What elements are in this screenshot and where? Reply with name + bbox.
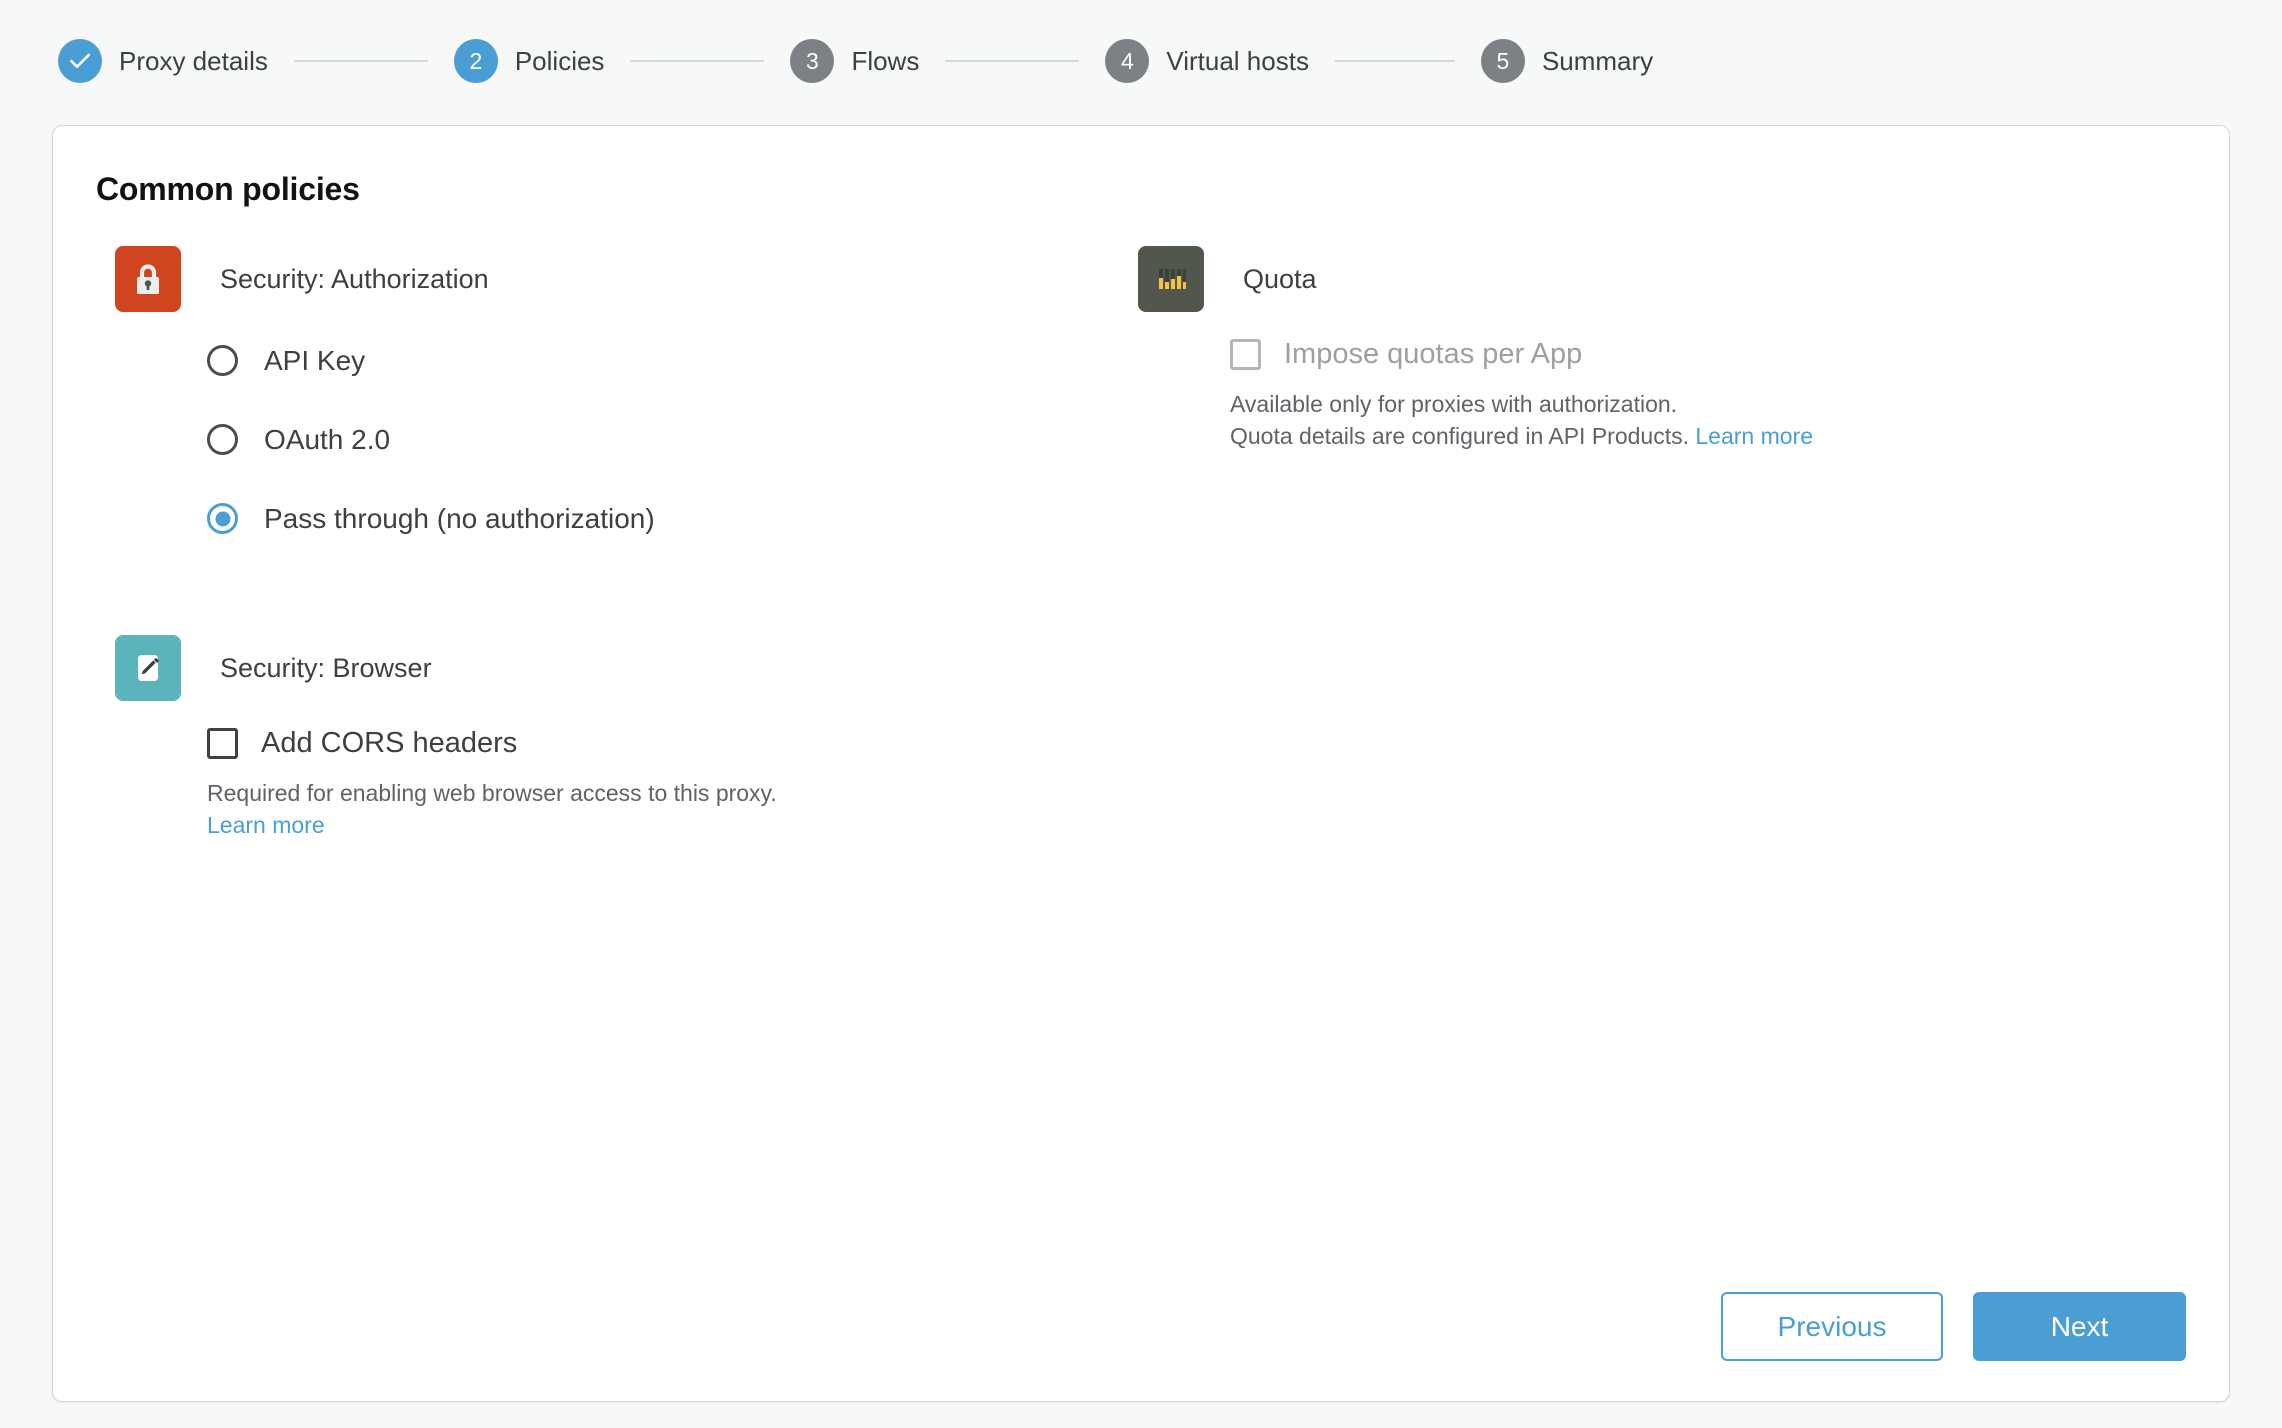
checkbox-row-impose-quotas: Impose quotas per App	[1230, 338, 2229, 371]
policy-group-quota: Quota Impose quotas per App Available on…	[1138, 246, 2229, 452]
quota-bars-icon	[1138, 246, 1204, 312]
learn-more-link[interactable]: Learn more	[1695, 423, 1813, 449]
stepper-step-label: Virtual hosts	[1166, 45, 1309, 76]
help-line: Quota details are configured in API Prod…	[1230, 420, 2229, 452]
pencil-icon	[115, 635, 181, 701]
radio-option-api-key[interactable]: API Key	[207, 334, 1068, 387]
policy-header: Quota	[1138, 246, 2229, 312]
next-button[interactable]: Next	[1973, 1292, 2186, 1361]
policies-card: Common policies Security: Authorization	[52, 125, 2230, 1402]
cors-help-text: Required for enabling web browser access…	[207, 777, 1068, 841]
radio-button-selected[interactable]	[207, 503, 238, 534]
quota-help-text: Available only for proxies with authoriz…	[1230, 388, 2229, 452]
help-line-text: Quota details are configured in API Prod…	[1230, 423, 1689, 449]
page-title: Common policies	[96, 171, 360, 207]
policy-name: Quota	[1243, 263, 1317, 294]
step-badge-number: 5	[1480, 39, 1525, 83]
stepper-connector	[293, 60, 428, 62]
stepper-step-label: Summary	[1541, 45, 1654, 76]
policies-left-column: Security: Authorization API Key OAuth 2.…	[53, 246, 1068, 841]
radio-button[interactable]	[207, 345, 238, 376]
stepper-step-label: Proxy details	[119, 45, 268, 76]
policies-right-column: Quota Impose quotas per App Available on…	[1068, 246, 2229, 841]
radio-label: OAuth 2.0	[264, 423, 391, 455]
policy-group-browser: Security: Browser Add CORS headers Requi…	[115, 635, 1068, 841]
radio-label: Pass through (no authorization)	[264, 502, 655, 534]
policy-name: Security: Authorization	[220, 263, 489, 294]
wizard-stepper: Proxy details 2 Policies 3 Flows 4 Virtu…	[0, 0, 2282, 122]
quota-checkbox-block: Impose quotas per App Available only for…	[1138, 338, 2229, 452]
policies-columns: Security: Authorization API Key OAuth 2.…	[53, 246, 2229, 841]
stepper-step-summary[interactable]: 5 Summary	[1480, 39, 1654, 83]
step-badge-number: 3	[790, 39, 835, 83]
checkbox-row-add-cors-headers[interactable]: Add CORS headers	[207, 727, 1068, 760]
stepper-step-policies[interactable]: 2 Policies	[453, 39, 605, 83]
previous-button[interactable]: Previous	[1721, 1292, 1943, 1361]
stepper-connector	[630, 60, 765, 62]
stepper-step-label: Policies	[514, 45, 605, 76]
radio-label: API Key	[264, 344, 366, 376]
policy-group-authorization: Security: Authorization API Key OAuth 2.…	[115, 246, 1068, 545]
impose-quotas-checkbox	[1230, 339, 1261, 370]
checkbox-label: Add CORS headers	[261, 727, 518, 759]
help-line: Required for enabling web browser access…	[207, 780, 777, 806]
stepper-connector	[945, 60, 1080, 62]
stepper-step-proxy-details[interactable]: Proxy details	[58, 39, 268, 83]
stepper-step-label: Flows	[851, 45, 920, 76]
authorization-radio-group: API Key OAuth 2.0 Pass through (no autho…	[115, 334, 1068, 545]
checkbox-label: Impose quotas per App	[1284, 338, 1583, 370]
policy-header: Security: Browser	[115, 635, 1068, 701]
radio-option-oauth[interactable]: OAuth 2.0	[207, 413, 1068, 466]
policy-header: Security: Authorization	[115, 246, 1068, 312]
cors-checkbox[interactable]	[207, 728, 238, 759]
policy-name: Security: Browser	[220, 652, 432, 683]
stepper-step-flows[interactable]: 3 Flows	[790, 39, 919, 83]
stepper-step-virtual-hosts[interactable]: 4 Virtual hosts	[1105, 39, 1309, 83]
stepper-connector	[1334, 60, 1455, 62]
step-badge-number: 4	[1105, 39, 1150, 83]
cors-checkbox-block: Add CORS headers Required for enabling w…	[115, 727, 1068, 841]
learn-more-link[interactable]: Learn more	[207, 809, 1068, 841]
radio-button[interactable]	[207, 424, 238, 455]
step-badge-check-icon	[58, 39, 102, 83]
help-line: Available only for proxies with authoriz…	[1230, 391, 1678, 417]
lock-icon	[115, 246, 181, 312]
card-footer: Previous Next	[1721, 1292, 2186, 1361]
radio-option-pass-through[interactable]: Pass through (no authorization)	[207, 492, 1068, 545]
step-badge-number: 2	[453, 39, 498, 83]
